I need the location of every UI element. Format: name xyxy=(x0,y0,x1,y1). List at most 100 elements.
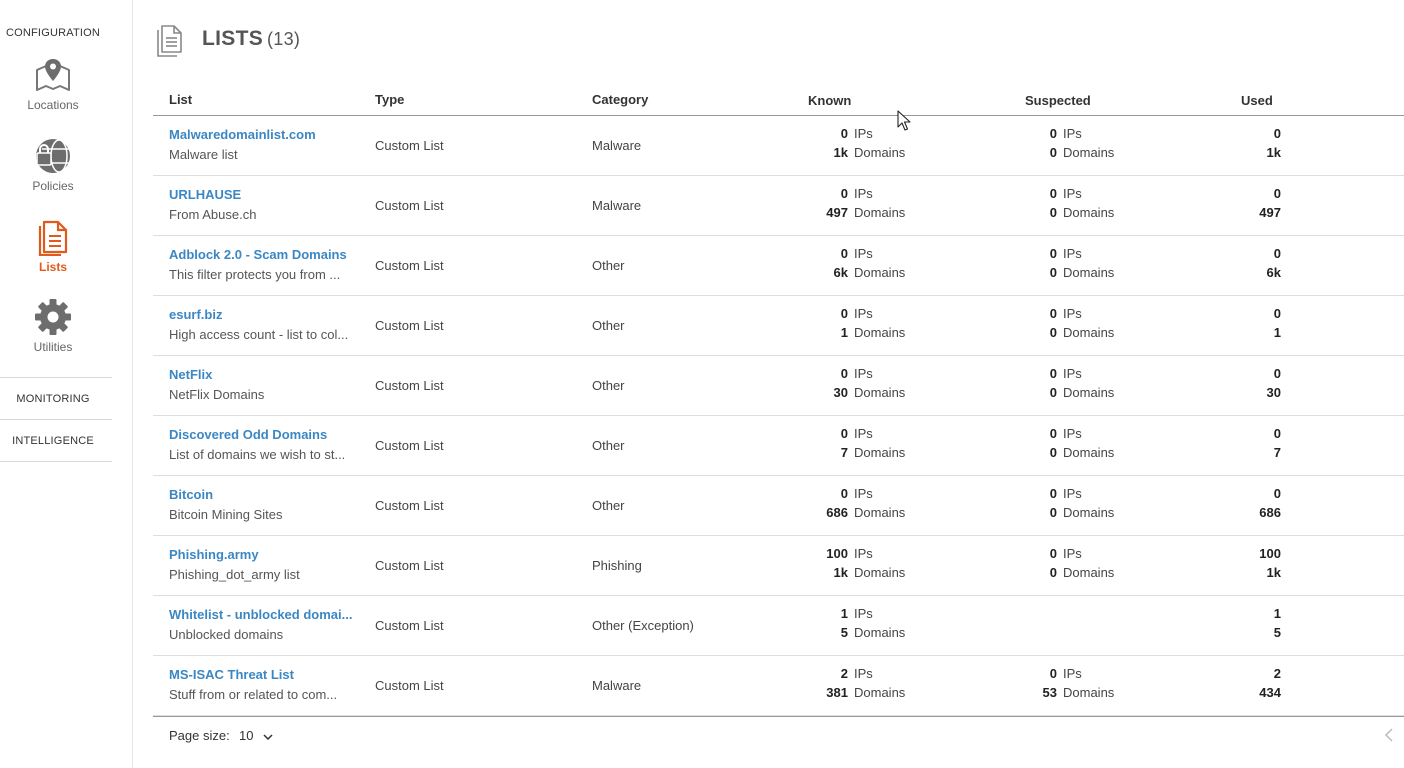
table-row[interactable]: Adblock 2.0 - Scam Domains This filter pr… xyxy=(153,236,1404,296)
page-title-text: LISTS xyxy=(202,27,264,50)
list-type: Custom List xyxy=(375,318,444,333)
suspected-domains: 0 Domains xyxy=(1025,265,1115,280)
known-domains-value: 30 xyxy=(833,385,848,400)
suspected-ips-value: 0 xyxy=(1049,666,1057,681)
column-header-list[interactable]: List xyxy=(169,92,192,107)
list-name-link[interactable]: Phishing.army xyxy=(169,547,259,562)
list-name-link[interactable]: NetFlix xyxy=(169,367,212,382)
table-row[interactable]: Discovered Odd Domains List of domains we… xyxy=(153,416,1404,476)
table-row[interactable]: esurf.biz High access count - list to col… xyxy=(153,296,1404,356)
suspected-ips-value: 0 xyxy=(1049,486,1057,501)
known-domains-value: 381 xyxy=(826,685,848,700)
suspected-domains-value: 0 xyxy=(1049,325,1057,340)
known-domains-value: 497 xyxy=(826,205,848,220)
table-row[interactable]: Malwaredomainlist.com Malware list Custom … xyxy=(153,116,1404,176)
sidebar-item-utilities[interactable]: Utilities xyxy=(0,298,106,354)
known-ips: 0 IPs xyxy=(808,126,873,141)
page-size-value: 10 xyxy=(239,728,254,743)
known-domains-value: 1 xyxy=(840,325,848,340)
page-size-select[interactable]: 10 xyxy=(239,728,273,743)
monitoring-section-title[interactable]: MONITORING xyxy=(0,393,106,405)
sidebar-item-lists[interactable]: Lists xyxy=(0,218,106,274)
sidebar-item-policies[interactable]: Policies xyxy=(0,137,106,193)
suspected-ips-value: 0 xyxy=(1049,246,1057,261)
known-ips-value: 0 xyxy=(840,246,848,261)
known-domains-value: 686 xyxy=(826,505,848,520)
locked-globe-icon xyxy=(36,139,70,173)
list-category: Other (Exception) xyxy=(592,618,694,633)
list-name-link[interactable]: Discovered Odd Domains xyxy=(169,427,327,442)
chevron-left-icon[interactable] xyxy=(1384,727,1394,743)
used-ips-value: 0 xyxy=(1273,126,1281,141)
table-row[interactable]: MS-ISAC Threat List Stuff from or related… xyxy=(153,656,1404,716)
domains-unit: Domains xyxy=(854,385,906,400)
column-header-category[interactable]: Category xyxy=(592,92,648,107)
known-ips-value: 0 xyxy=(840,366,848,381)
domains-unit: Domains xyxy=(1063,265,1115,280)
column-header-suspected[interactable]: Suspected xyxy=(1025,93,1091,108)
used-domains-value: 1 xyxy=(1273,325,1281,340)
ips-unit: IPs xyxy=(1063,126,1082,141)
ips-unit: IPs xyxy=(854,666,873,681)
table-row[interactable]: NetFlix NetFlix Domains Custom List Other 0 I… xyxy=(153,356,1404,416)
known-ips: 100 IPs xyxy=(808,546,873,561)
suspected-domains-value: 0 xyxy=(1049,205,1057,220)
domains-unit: Domains xyxy=(854,445,906,460)
suspected-domains-value: 53 xyxy=(1042,685,1057,700)
ips-unit: IPs xyxy=(854,126,873,141)
table-row[interactable]: Phishing.army Phishing_dot_army list Custo… xyxy=(153,536,1404,596)
list-description: Phishing_dot_army list xyxy=(169,567,300,582)
list-type: Custom List xyxy=(375,678,444,693)
sidebar-item-locations[interactable]: Locations xyxy=(0,56,106,112)
domains-unit: Domains xyxy=(854,685,906,700)
used-domains-value: 5 xyxy=(1273,625,1281,640)
list-type: Custom List xyxy=(375,618,444,633)
list-name-link[interactable]: Bitcoin xyxy=(169,487,213,502)
list-name-link[interactable]: MS-ISAC Threat List xyxy=(169,667,294,682)
known-domains: 30 Domains xyxy=(808,385,906,400)
ips-unit: IPs xyxy=(1063,306,1082,321)
suspected-domains: 53 Domains xyxy=(1025,685,1115,700)
column-header-used[interactable]: Used xyxy=(1241,93,1273,108)
configuration-section-title[interactable]: CONFIGURATION xyxy=(0,27,106,39)
table-row[interactable]: Bitcoin Bitcoin Mining Sites Custom List Ot… xyxy=(153,476,1404,536)
page-title: LISTS (13) xyxy=(202,27,300,51)
list-name-link[interactable]: Whitelist - unblocked domai... xyxy=(169,607,352,622)
list-description: This filter protects you from ... xyxy=(169,267,341,282)
table-row[interactable]: Whitelist - unblocked domai... Unblocked … xyxy=(153,596,1404,656)
known-ips-value: 0 xyxy=(840,126,848,141)
chevron-down-icon xyxy=(263,734,273,740)
table-body: Malwaredomainlist.com Malware list Custom … xyxy=(153,116,1404,716)
table-row[interactable]: URLHAUSE From Abuse.ch Custom List Malware 0… xyxy=(153,176,1404,236)
ips-unit: IPs xyxy=(1063,366,1082,381)
used-ips-value: 1 xyxy=(1273,606,1281,621)
column-header-known[interactable]: Known xyxy=(808,93,851,108)
suspected-domains: 0 Domains xyxy=(1025,385,1115,400)
suspected-domains: 0 Domains xyxy=(1025,325,1115,340)
list-category: Other xyxy=(592,378,625,393)
suspected-ips-value: 0 xyxy=(1049,546,1057,561)
known-ips-value: 100 xyxy=(826,546,848,561)
list-name-link[interactable]: Adblock 2.0 - Scam Domains xyxy=(169,247,347,262)
list-description: Stuff from or related to com... xyxy=(169,687,338,702)
gear-icon xyxy=(35,299,71,335)
used-ips-value: 0 xyxy=(1273,186,1281,201)
suspected-ips: 0 IPs xyxy=(1025,546,1082,561)
known-domains-value: 6k xyxy=(833,265,848,280)
document-icon xyxy=(157,25,182,57)
suspected-ips: 0 IPs xyxy=(1025,666,1082,681)
list-type: Custom List xyxy=(375,258,444,273)
suspected-ips: 0 IPs xyxy=(1025,306,1082,321)
intelligence-section-title[interactable]: INTELLIGENCE xyxy=(0,435,106,447)
suspected-ips-value: 0 xyxy=(1049,366,1057,381)
used-ips-value: 100 xyxy=(1259,546,1281,561)
list-name-link[interactable]: Malwaredomainlist.com xyxy=(169,127,316,142)
column-header-type[interactable]: Type xyxy=(375,92,404,107)
divider xyxy=(0,461,112,462)
domains-unit: Domains xyxy=(1063,145,1115,160)
used-domains-value: 7 xyxy=(1273,445,1281,460)
suspected-ips: 0 IPs xyxy=(1025,126,1082,141)
list-name-link[interactable]: URLHAUSE xyxy=(169,187,241,202)
table-header: List Type Category Known Suspected Used xyxy=(153,86,1404,116)
list-name-link[interactable]: esurf.biz xyxy=(169,307,222,322)
